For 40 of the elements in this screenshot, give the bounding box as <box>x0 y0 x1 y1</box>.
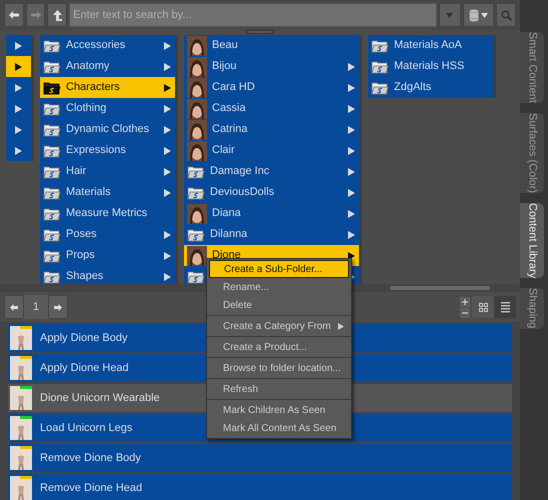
category-label: Props <box>66 248 95 264</box>
category-label: Catrina <box>212 122 248 138</box>
category-label: Beau <box>212 38 238 54</box>
asset-label: Remove Dione Head <box>40 480 142 496</box>
menu-item-label: Create a Product... <box>223 340 308 354</box>
category-label: Dilanna <box>210 227 248 242</box>
menu-item-label: Mark All Content As Seen <box>223 422 338 436</box>
category-label: Characters <box>66 80 120 96</box>
category-label: Clair <box>212 143 235 158</box>
category-label: Shapes <box>66 269 104 284</box>
category-label: Dynamic Clothes <box>66 122 150 138</box>
menu-item-label: Refresh <box>223 382 260 396</box>
asset-label: Dione Unicorn Wearable <box>40 390 160 406</box>
category-label: Accessories <box>66 38 126 54</box>
category-label: Materials HSS <box>394 59 464 74</box>
category-label: DeviousDolls <box>210 185 274 200</box>
asset-label: Apply Dione Body <box>40 330 128 346</box>
asset-label: Remove Dione Body <box>40 450 141 466</box>
category-label: Cara HD <box>212 80 255 96</box>
asset-label: Load Unicorn Legs <box>40 420 132 436</box>
page-number: 1 <box>24 295 48 319</box>
category-label: Hair <box>66 164 86 180</box>
menu-item-label: Create a Category From <box>223 320 332 334</box>
menu-item-label: Browse to folder location... <box>223 362 342 376</box>
category-label: Poses <box>66 227 97 242</box>
category-label: ZdgAlts <box>394 80 432 96</box>
category-label: Cassia <box>212 101 246 116</box>
category-label: Clothing <box>66 101 106 116</box>
category-label: Bijou <box>212 59 236 74</box>
menu-item-label: Mark Children As Seen <box>223 404 326 418</box>
category-label: Measure Metrics <box>66 206 148 222</box>
category-label: Anatomy <box>66 59 110 74</box>
category-label: Materials <box>66 185 111 200</box>
category-label: Damage Inc <box>210 164 270 180</box>
menu-item-label: Rename... <box>223 280 270 294</box>
category-label: Materials AoA <box>394 38 462 54</box>
category-label: Expressions <box>66 143 126 158</box>
menu-item-label: Delete <box>223 298 253 312</box>
asset-label: Apply Dione Head <box>40 360 129 376</box>
category-label: Diana <box>212 206 241 222</box>
